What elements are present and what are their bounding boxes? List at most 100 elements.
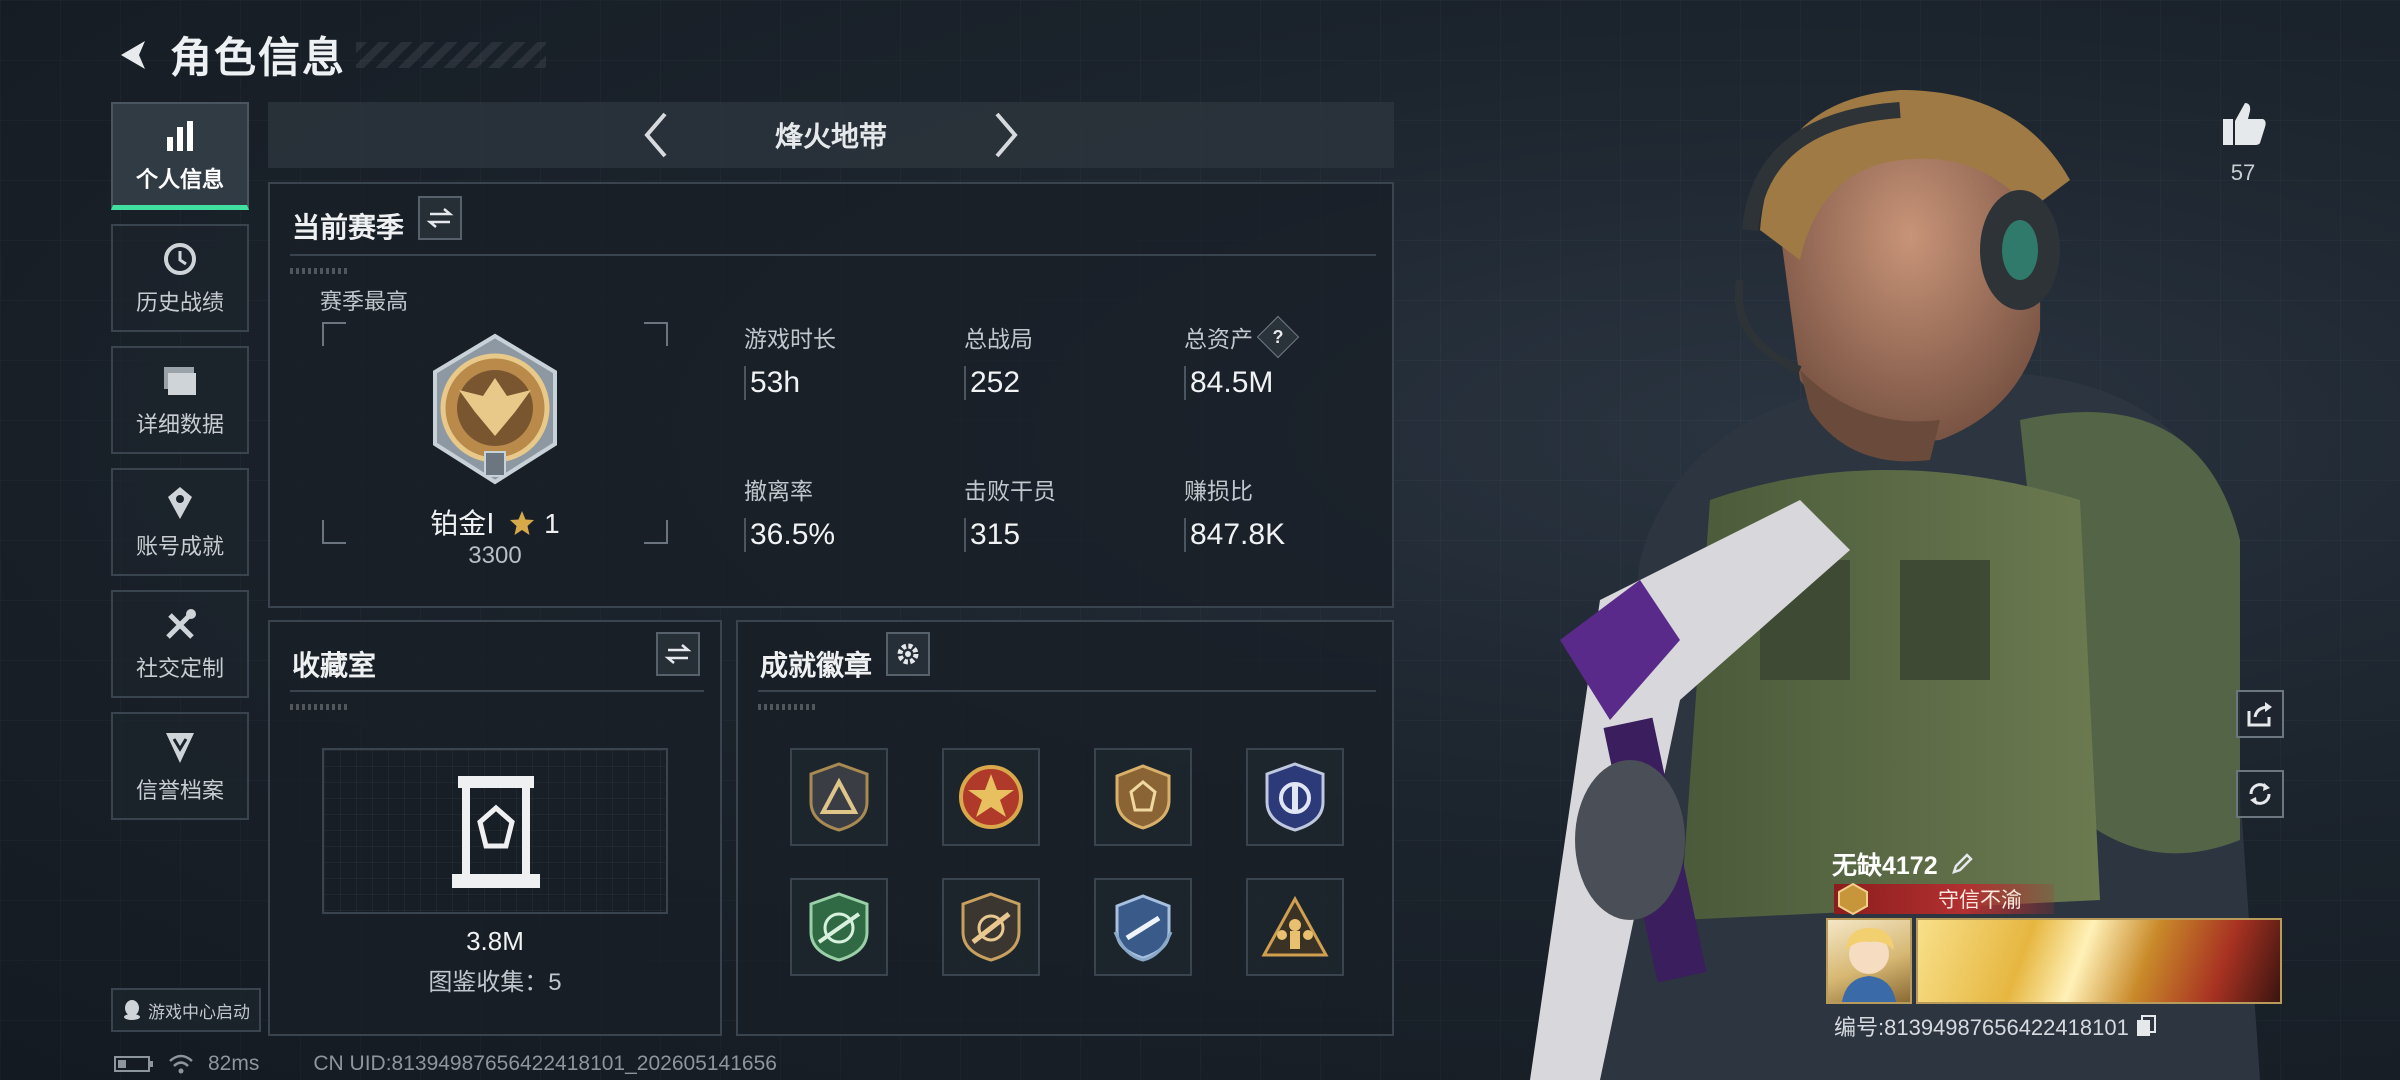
folder-icon (162, 361, 198, 401)
collection-count: 图鉴收集：5 (428, 969, 562, 996)
achievement-badges-panel: 成就徽章 (736, 620, 1394, 1036)
copy-icon[interactable] (2135, 1014, 2157, 1038)
stat-operators-defeated: 击败干员 315 (964, 472, 1164, 552)
display-case-icon (452, 776, 540, 888)
gem-shield-icon (1115, 764, 1171, 830)
stat-value: 315 (964, 518, 1164, 552)
stat-value: 252 (964, 366, 1164, 400)
honor-emblem-icon (1838, 882, 1868, 916)
badge-slot[interactable] (1246, 878, 1344, 976)
stat-value: 53h (744, 366, 944, 400)
rank-name: 铂金Ⅰ (430, 508, 495, 539)
sidebar-item-label: 社交定制 (135, 656, 224, 681)
credit-shield-icon (162, 727, 198, 767)
sidebar-item-details[interactable]: 详细数据 (111, 346, 249, 454)
stat-label: 游戏时长 (744, 326, 836, 352)
badge-slot[interactable] (942, 748, 1040, 846)
title-decoration (356, 41, 547, 68)
stat-play-time: 游戏时长 53h (744, 320, 944, 400)
triangle-badge-icon (809, 762, 869, 832)
sidebar-item-personal-info[interactable]: 个人信息 (111, 102, 249, 210)
stat-value: 36.5% (744, 518, 944, 552)
sidebar-item-history[interactable]: 历史战绩 (111, 224, 249, 332)
avatar-portrait-icon (1842, 928, 1896, 1002)
edit-pencil-icon[interactable] (1950, 852, 1974, 876)
season-best-label: 赛季最高 (320, 289, 409, 314)
decor-lines (758, 704, 818, 710)
rank-score: 3300 (468, 542, 522, 569)
current-season-panel: 当前赛季 赛季最高 铂金Ⅰ 1 3300 游戏时长 53h 总战局 252 总资… (268, 182, 1394, 608)
stat-label: 总资产 (1184, 326, 1253, 352)
collection-display[interactable] (322, 748, 668, 914)
honor-title: 守信不渝 (1938, 889, 2022, 912)
star-medal-icon (959, 765, 1023, 829)
decor-lines (290, 268, 350, 274)
swap-icon (426, 208, 454, 228)
green-rifle-badge-icon (809, 892, 869, 962)
sidebar-item-label: 详细数据 (135, 412, 224, 437)
gear-icon (897, 643, 919, 665)
sidebar-item-achievements[interactable]: 账号成就 (111, 468, 249, 576)
qq-penguin-icon (124, 1000, 140, 1020)
stat-extract-rate: 撤离率 36.5% (744, 472, 944, 552)
stat-total-assets: 总资产 ? 84.5M (1184, 315, 1384, 400)
achievement-icon (162, 483, 198, 523)
honor-title-bar: 守信不渝 (1834, 882, 2054, 916)
badge-settings-button[interactable] (886, 632, 930, 676)
sidebar-item-credit[interactable]: 信誉档案 (111, 712, 249, 820)
player-id-row: 编号:813949876564224181​01 (1834, 1010, 2157, 1042)
badge-slot[interactable] (1246, 748, 1344, 846)
swap-icon (664, 644, 692, 664)
status-bar: 82ms CN UID:813949876564224181​01_202605… (114, 1052, 777, 1076)
platinum-rank-emblem-icon (433, 333, 557, 485)
stat-label: 击败干员 (964, 478, 1056, 504)
rank-stars: 1 (544, 508, 560, 539)
decor-lines (290, 704, 350, 710)
launch-label: 游戏中心启动 (148, 1002, 250, 1022)
tools-icon (162, 605, 198, 645)
mode-next-button[interactable] (981, 107, 1031, 163)
rank-name-row: 铂金Ⅰ 1 (322, 502, 668, 542)
back-button[interactable] (110, 32, 156, 78)
bronze-rifle-badge-icon (961, 892, 1021, 962)
sidebar-item-social[interactable]: 社交定制 (111, 590, 249, 698)
badge-slot[interactable] (1094, 748, 1192, 846)
stat-profit-loss-ratio: 赚损比 847.8K (1184, 472, 1384, 552)
sidebar-item-label: 账号成就 (135, 534, 224, 559)
sidebar-nav: 个人信息 历史战绩 详细数据 账号成就 社交定制 信誉档案 (111, 102, 249, 834)
player-id: 编号:813949876564224181​01 (1834, 1015, 2129, 1040)
season-switch-button[interactable] (418, 196, 462, 240)
refresh-button[interactable] (2236, 770, 2284, 818)
avatar[interactable] (1826, 918, 1912, 1004)
badge-slot[interactable] (790, 878, 888, 976)
mode-selector: 烽火地带 (268, 102, 1394, 168)
sidebar-item-label: 历史战绩 (135, 290, 224, 315)
stat-value: 84.5M (1184, 366, 1384, 400)
badge-slot[interactable] (790, 748, 888, 846)
collection-switch-button[interactable] (656, 632, 700, 676)
soldiers-badge-icon (1261, 895, 1329, 957)
wifi-icon (169, 1054, 193, 1074)
refresh-icon (2249, 783, 2271, 805)
badge-slot[interactable] (942, 878, 1040, 976)
divider (758, 690, 1376, 692)
game-center-launch-chip[interactable]: 游戏中心启动 (111, 988, 261, 1032)
collection-room-panel: 收藏室 3.8M 图鉴收集：5 (268, 620, 722, 1036)
ping-text: 82ms (208, 1052, 260, 1075)
bar-chart-icon (163, 116, 197, 156)
stat-label-row: 总资产 ? (1184, 315, 1384, 359)
share-icon (2247, 702, 2272, 727)
chevron-left-icon (644, 112, 667, 158)
player-banner[interactable] (1916, 918, 2282, 1004)
player-name-row: 无缺4172 (1832, 846, 1974, 882)
help-icon[interactable]: ? (1256, 315, 1300, 359)
share-button[interactable] (2236, 690, 2284, 738)
collection-value: 3.8M (466, 926, 524, 956)
stat-value: 847.8K (1184, 518, 1384, 552)
chevron-right-icon (995, 112, 1018, 158)
stat-label: 撤离率 (744, 478, 813, 504)
like-button[interactable] (2216, 96, 2272, 152)
badge-slot[interactable] (1094, 878, 1192, 976)
mode-prev-button[interactable] (631, 107, 681, 163)
back-arrow-icon (121, 40, 145, 69)
